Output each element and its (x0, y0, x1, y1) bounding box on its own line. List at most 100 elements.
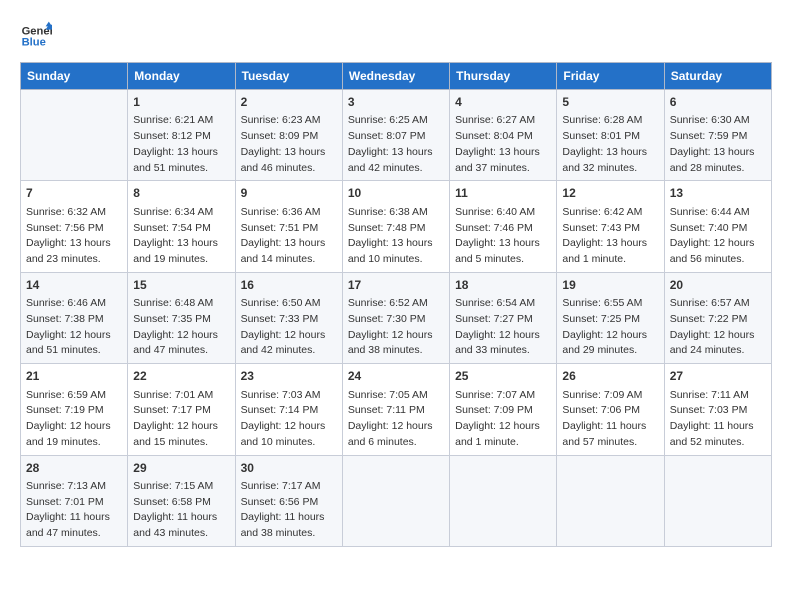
day-info: Sunrise: 7:15 AM Sunset: 6:58 PM Dayligh… (133, 479, 229, 542)
day-info: Sunrise: 6:54 AM Sunset: 7:27 PM Dayligh… (455, 296, 551, 359)
day-number: 18 (455, 277, 551, 294)
day-info: Sunrise: 6:40 AM Sunset: 7:46 PM Dayligh… (455, 205, 551, 268)
calendar-cell: 10 Sunrise: 6:38 AM Sunset: 7:48 PM Dayli… (342, 181, 449, 272)
day-number: 22 (133, 368, 229, 385)
calendar-week-row: 7Sunrise: 6:32 AM Sunset: 7:56 PM Daylig… (21, 181, 772, 272)
day-number: 6 (670, 94, 766, 111)
svg-text:Blue: Blue (22, 37, 46, 49)
calendar-week-row: 28Sunrise: 7:13 AM Sunset: 7:01 PM Dayli… (21, 455, 772, 546)
day-number: 12 (562, 185, 658, 202)
calendar-week-row: 14 Sunrise: 6:46 AM Sunset: 7:38 PM Dayli… (21, 272, 772, 363)
day-info: Sunrise: 7:09 AM Sunset: 7:06 PM Dayligh… (562, 388, 658, 451)
day-number: 20 (670, 277, 766, 294)
calendar-cell: 9 Sunrise: 6:36 AM Sunset: 7:51 PM Daylig… (235, 181, 342, 272)
day-number: 30 (241, 460, 337, 477)
calendar-cell: 14 Sunrise: 6:46 AM Sunset: 7:38 PM Dayli… (21, 272, 128, 363)
weekday-header: Thursday (450, 63, 557, 90)
day-info: Sunrise: 6:59 AM Sunset: 7:19 PM Dayligh… (26, 388, 122, 451)
weekday-header: Wednesday (342, 63, 449, 90)
calendar-cell: 26 Sunrise: 7:09 AM Sunset: 7:06 PM Dayli… (557, 364, 664, 455)
calendar-cell: 15 Sunrise: 6:48 AM Sunset: 7:35 PM Dayli… (128, 272, 235, 363)
day-number: 4 (455, 94, 551, 111)
day-number: 9 (241, 185, 337, 202)
day-info: Sunrise: 6:46 AM Sunset: 7:38 PM Dayligh… (26, 296, 122, 359)
calendar-cell: 18 Sunrise: 6:54 AM Sunset: 7:27 PM Dayli… (450, 272, 557, 363)
logo: General Blue (20, 20, 56, 52)
day-number: 25 (455, 368, 551, 385)
day-info: Sunrise: 6:42 AM Sunset: 7:43 PM Dayligh… (562, 205, 658, 268)
day-number: 16 (241, 277, 337, 294)
calendar-cell: 2 Sunrise: 6:23 AM Sunset: 8:09 PM Daylig… (235, 90, 342, 181)
calendar-cell: 4 Sunrise: 6:27 AM Sunset: 8:04 PM Daylig… (450, 90, 557, 181)
weekday-header-row: SundayMondayTuesdayWednesdayThursdayFrid… (21, 63, 772, 90)
day-info: Sunrise: 6:44 AM Sunset: 7:40 PM Dayligh… (670, 205, 766, 268)
calendar-cell: 7Sunrise: 6:32 AM Sunset: 7:56 PM Daylig… (21, 181, 128, 272)
day-info: Sunrise: 6:23 AM Sunset: 8:09 PM Dayligh… (241, 113, 337, 176)
weekday-header: Monday (128, 63, 235, 90)
calendar-cell: 11 Sunrise: 6:40 AM Sunset: 7:46 PM Dayli… (450, 181, 557, 272)
day-info: Sunrise: 6:32 AM Sunset: 7:56 PM Dayligh… (26, 205, 122, 268)
calendar-cell: 23 Sunrise: 7:03 AM Sunset: 7:14 PM Dayli… (235, 364, 342, 455)
day-number: 19 (562, 277, 658, 294)
day-number: 29 (133, 460, 229, 477)
day-info: Sunrise: 6:38 AM Sunset: 7:48 PM Dayligh… (348, 205, 444, 268)
calendar-cell (450, 455, 557, 546)
calendar-cell: 20 Sunrise: 6:57 AM Sunset: 7:22 PM Dayli… (664, 272, 771, 363)
day-number: 11 (455, 185, 551, 202)
day-number: 13 (670, 185, 766, 202)
day-info: Sunrise: 7:07 AM Sunset: 7:09 PM Dayligh… (455, 388, 551, 451)
day-info: Sunrise: 6:50 AM Sunset: 7:33 PM Dayligh… (241, 296, 337, 359)
calendar-cell: 17Sunrise: 6:52 AM Sunset: 7:30 PM Dayli… (342, 272, 449, 363)
calendar-table: SundayMondayTuesdayWednesdayThursdayFrid… (20, 62, 772, 547)
day-info: Sunrise: 6:28 AM Sunset: 8:01 PM Dayligh… (562, 113, 658, 176)
day-number: 26 (562, 368, 658, 385)
day-number: 5 (562, 94, 658, 111)
day-number: 28 (26, 460, 122, 477)
calendar-cell: 6 Sunrise: 6:30 AM Sunset: 7:59 PM Daylig… (664, 90, 771, 181)
weekday-header: Tuesday (235, 63, 342, 90)
calendar-cell: 1Sunrise: 6:21 AM Sunset: 8:12 PM Daylig… (128, 90, 235, 181)
day-info: Sunrise: 7:17 AM Sunset: 6:56 PM Dayligh… (241, 479, 337, 542)
calendar-week-row: 21 Sunrise: 6:59 AM Sunset: 7:19 PM Dayli… (21, 364, 772, 455)
day-number: 14 (26, 277, 122, 294)
day-info: Sunrise: 6:55 AM Sunset: 7:25 PM Dayligh… (562, 296, 658, 359)
calendar-cell: 16 Sunrise: 6:50 AM Sunset: 7:33 PM Dayli… (235, 272, 342, 363)
day-info: Sunrise: 6:48 AM Sunset: 7:35 PM Dayligh… (133, 296, 229, 359)
calendar-cell: 3 Sunrise: 6:25 AM Sunset: 8:07 PM Daylig… (342, 90, 449, 181)
weekday-header: Sunday (21, 63, 128, 90)
calendar-cell (21, 90, 128, 181)
day-info: Sunrise: 7:03 AM Sunset: 7:14 PM Dayligh… (241, 388, 337, 451)
day-info: Sunrise: 7:11 AM Sunset: 7:03 PM Dayligh… (670, 388, 766, 451)
calendar-cell (557, 455, 664, 546)
calendar-cell: 24Sunrise: 7:05 AM Sunset: 7:11 PM Dayli… (342, 364, 449, 455)
calendar-cell: 28Sunrise: 7:13 AM Sunset: 7:01 PM Dayli… (21, 455, 128, 546)
day-info: Sunrise: 7:01 AM Sunset: 7:17 PM Dayligh… (133, 388, 229, 451)
calendar-cell (342, 455, 449, 546)
calendar-cell: 13 Sunrise: 6:44 AM Sunset: 7:40 PM Dayli… (664, 181, 771, 272)
day-number: 27 (670, 368, 766, 385)
day-info: Sunrise: 7:05 AM Sunset: 7:11 PM Dayligh… (348, 388, 444, 451)
day-number: 2 (241, 94, 337, 111)
day-number: 15 (133, 277, 229, 294)
calendar-cell: 12 Sunrise: 6:42 AM Sunset: 7:43 PM Dayli… (557, 181, 664, 272)
page-header: General Blue (20, 20, 772, 52)
day-number: 3 (348, 94, 444, 111)
day-number: 23 (241, 368, 337, 385)
day-number: 10 (348, 185, 444, 202)
calendar-cell: 29 Sunrise: 7:15 AM Sunset: 6:58 PM Dayli… (128, 455, 235, 546)
day-number: 21 (26, 368, 122, 385)
day-info: Sunrise: 6:52 AM Sunset: 7:30 PM Dayligh… (348, 296, 444, 359)
calendar-cell: 8Sunrise: 6:34 AM Sunset: 7:54 PM Daylig… (128, 181, 235, 272)
weekday-header: Saturday (664, 63, 771, 90)
day-info: Sunrise: 6:27 AM Sunset: 8:04 PM Dayligh… (455, 113, 551, 176)
calendar-week-row: 1Sunrise: 6:21 AM Sunset: 8:12 PM Daylig… (21, 90, 772, 181)
day-info: Sunrise: 6:57 AM Sunset: 7:22 PM Dayligh… (670, 296, 766, 359)
day-info: Sunrise: 6:25 AM Sunset: 8:07 PM Dayligh… (348, 113, 444, 176)
day-info: Sunrise: 6:36 AM Sunset: 7:51 PM Dayligh… (241, 205, 337, 268)
day-info: Sunrise: 6:21 AM Sunset: 8:12 PM Dayligh… (133, 113, 229, 176)
calendar-cell: 25 Sunrise: 7:07 AM Sunset: 7:09 PM Dayli… (450, 364, 557, 455)
calendar-cell: 30 Sunrise: 7:17 AM Sunset: 6:56 PM Dayli… (235, 455, 342, 546)
weekday-header: Friday (557, 63, 664, 90)
calendar-cell: 19 Sunrise: 6:55 AM Sunset: 7:25 PM Dayli… (557, 272, 664, 363)
day-info: Sunrise: 6:30 AM Sunset: 7:59 PM Dayligh… (670, 113, 766, 176)
